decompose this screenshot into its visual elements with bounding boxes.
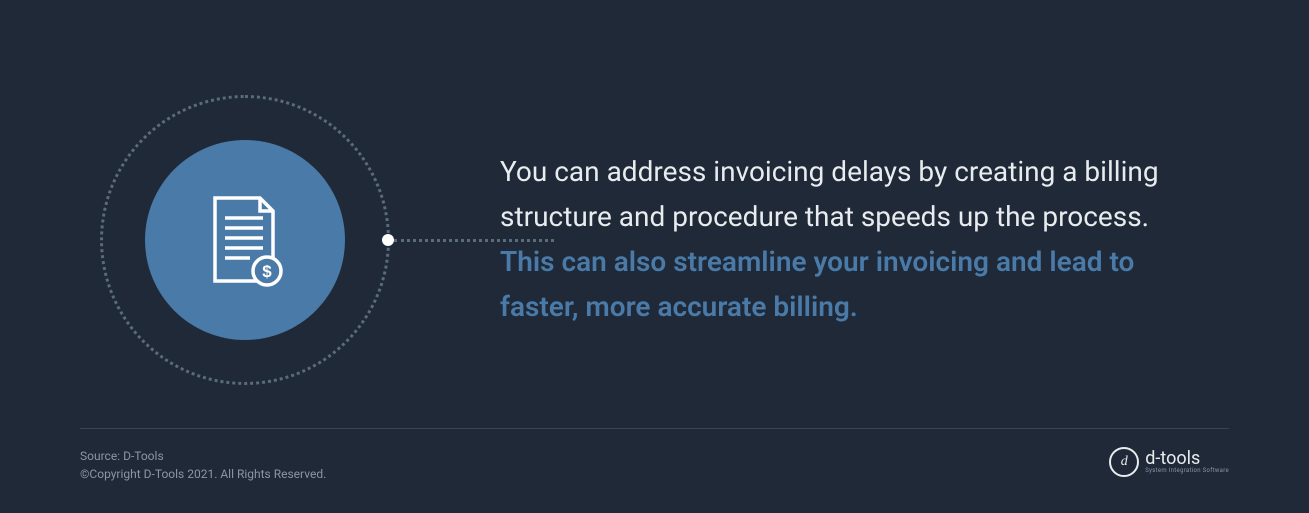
- footer-attribution: Source: D-Tools ©Copyright D-Tools 2021.…: [80, 447, 326, 483]
- copyright-text: ©Copyright D-Tools 2021. All Rights Rese…: [80, 465, 326, 483]
- connector-line: [394, 239, 554, 242]
- logo-circle-icon: d: [1109, 447, 1139, 477]
- connector-dot: [382, 234, 394, 246]
- body-paragraph: You can address invoicing delays by crea…: [500, 150, 1189, 329]
- logo-letter: d: [1121, 454, 1128, 470]
- logo-tagline: System Integration Software: [1145, 468, 1229, 474]
- source-text: Source: D-Tools: [80, 447, 326, 465]
- icon-badge-section: $: [100, 95, 390, 385]
- icon-circle: $: [145, 140, 345, 340]
- logo-text-block: d-tools System Integration Software: [1145, 450, 1229, 474]
- invoice-dollar-icon: $: [205, 193, 285, 288]
- main-content: $ You can address invoicing delays by cr…: [0, 0, 1309, 420]
- footer: Source: D-Tools ©Copyright D-Tools 2021.…: [80, 428, 1229, 483]
- brand-logo: d d-tools System Integration Software: [1109, 447, 1229, 477]
- body-text-highlight: This can also streamline your invoicing …: [500, 245, 1134, 323]
- logo-brand-name: d-tools: [1145, 450, 1229, 468]
- body-text-primary: You can address invoicing delays by crea…: [500, 155, 1159, 233]
- text-content: You can address invoicing delays by crea…: [450, 150, 1229, 329]
- svg-text:$: $: [262, 262, 272, 281]
- footer-logo-section: d d-tools System Integration Software: [1109, 447, 1229, 477]
